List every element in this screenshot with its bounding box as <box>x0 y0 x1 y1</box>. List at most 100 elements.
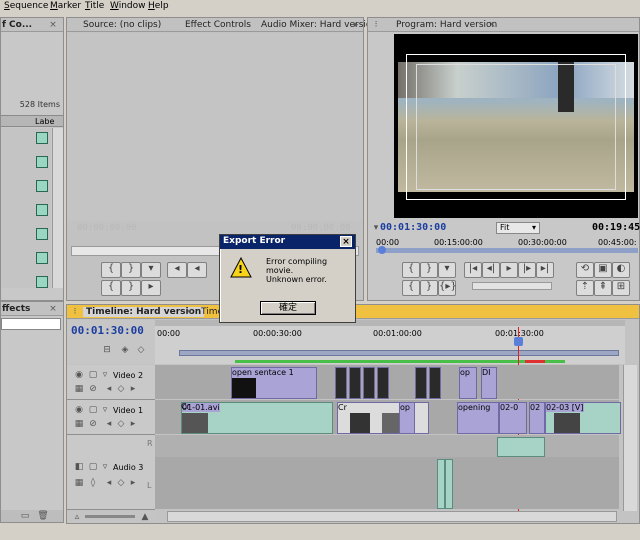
clip-video[interactable]: 02-0 <box>499 402 527 434</box>
jog-shuttle[interactable] <box>472 282 552 290</box>
clip-video[interactable] <box>377 367 389 399</box>
next-keyframe-icon[interactable]: ▸ <box>127 383 139 395</box>
clip-video[interactable]: open sentace 1 <box>231 367 317 399</box>
fit-dropdown[interactable]: Fit ▾ <box>496 222 540 234</box>
trim-button[interactable]: ⊞ <box>612 280 630 296</box>
mark-out-button[interactable]: } <box>121 262 141 278</box>
clip-video[interactable]: op <box>459 367 477 399</box>
goto-out-button[interactable]: ▸| <box>536 262 554 278</box>
marker-icon[interactable]: ◈ <box>119 344 131 356</box>
safe-margins-button[interactable]: ▣ <box>594 262 612 278</box>
tab-effects[interactable]: ffects <box>2 304 30 314</box>
clip-video[interactable] <box>363 367 375 399</box>
clip-video[interactable] <box>335 367 347 399</box>
close-icon[interactable]: × <box>340 236 352 247</box>
playhead-handle[interactable] <box>514 337 523 346</box>
close-icon[interactable]: × <box>486 19 498 31</box>
close-icon[interactable]: × <box>183 306 195 318</box>
goto-in-button[interactable]: |◂ <box>464 262 482 278</box>
play-button[interactable]: ▸ <box>500 262 518 278</box>
snap-icon[interactable]: ⊟ <box>101 344 113 356</box>
timeline-vertical-scrollbar[interactable] <box>623 365 637 511</box>
timeline-timecode[interactable]: 00:01:30:00 <box>71 324 144 337</box>
clip-video[interactable]: op <box>399 402 415 434</box>
clip-video[interactable] <box>415 367 427 399</box>
loop-button[interactable]: ⟲ <box>576 262 594 278</box>
extract-button[interactable]: ⇞ <box>594 280 612 296</box>
step-back-button[interactable]: ◂ <box>187 262 207 278</box>
eye-icon[interactable]: ◉ <box>73 404 85 416</box>
zoom-in-icon[interactable]: ▲ <box>139 511 151 523</box>
chevron-down-icon[interactable]: ▿ <box>99 404 111 416</box>
close-icon[interactable]: × <box>47 303 59 315</box>
delete-icon[interactable]: 🗑 <box>37 510 49 522</box>
tab-project[interactable]: f Co... <box>2 20 32 30</box>
panel-menu-icon[interactable]: ▸ <box>350 19 362 31</box>
clip-audio[interactable] <box>437 459 445 509</box>
clip-audio[interactable] <box>445 459 453 509</box>
tab-effect-controls[interactable]: Effect Controls <box>185 20 251 30</box>
lift-button[interactable]: ⇡ <box>576 280 594 296</box>
label-column-header[interactable]: Labe <box>35 117 54 126</box>
set-marker-button[interactable]: ▾ <box>438 262 456 278</box>
display-style-icon[interactable]: ▦ <box>73 418 85 430</box>
menu-help[interactable]: Help <box>148 1 169 11</box>
set-marker-button[interactable]: ▾ <box>141 262 161 278</box>
program-ruler[interactable]: 00:00 00:15:00:00 00:30:00:00 00:45:00: <box>372 238 640 254</box>
display-style-icon[interactable]: ▦ <box>73 383 85 395</box>
menu-marker[interactable]: Marker <box>50 1 81 11</box>
close-icon[interactable]: × <box>47 19 59 31</box>
mark-in-button[interactable]: { <box>101 262 121 278</box>
goto-in-button[interactable]: ◂ <box>167 262 187 278</box>
next-keyframe-icon[interactable]: ▸ <box>127 418 139 430</box>
keyframe-icon[interactable]: ◇ <box>135 344 147 356</box>
clip-video[interactable] <box>429 367 441 399</box>
program-timecode-current[interactable]: 00:01:30:00 <box>380 222 446 233</box>
project-scrollbar[interactable] <box>52 128 63 288</box>
ok-button[interactable]: 確定 <box>260 301 316 315</box>
prev-keyframe-icon[interactable]: ◂ <box>103 383 115 395</box>
mark-out-button[interactable]: } <box>420 262 438 278</box>
step-back-button[interactable]: ◂| <box>482 262 500 278</box>
timeline-scrollbar[interactable] <box>167 511 617 522</box>
clip-video[interactable]: 02-03 [V] <box>545 402 621 434</box>
prev-keyframe-icon[interactable]: ◂ <box>103 477 115 489</box>
mark-in-button[interactable]: { <box>402 262 420 278</box>
lock-icon[interactable]: ▢ <box>87 404 99 416</box>
effects-search-input[interactable] <box>1 318 61 330</box>
next-keyframe-icon[interactable]: ▸ <box>127 477 139 489</box>
program-playhead-handle[interactable] <box>378 246 386 254</box>
menu-title[interactable]: Title <box>85 1 104 11</box>
clip-video[interactable]: 01-01.avi <box>181 402 333 434</box>
waveform-icon[interactable]: ▦ <box>73 477 85 489</box>
eye-icon[interactable]: ◉ <box>73 369 85 381</box>
chevron-down-icon[interactable]: ▿ <box>99 461 111 473</box>
timeline-ruler[interactable]: 00:00 00:00:30:00 00:01:00:00 00:01:30:0… <box>155 320 625 364</box>
zoom-slider[interactable] <box>85 515 135 518</box>
menu-window[interactable]: Window <box>110 1 146 11</box>
chevron-down-icon[interactable]: ▿ <box>99 369 111 381</box>
goto-in-point-button[interactable]: { <box>101 280 121 296</box>
prev-keyframe-icon[interactable]: ◂ <box>103 418 115 430</box>
lock-icon[interactable]: ▢ <box>87 369 99 381</box>
play-in-out-button[interactable]: ▸ <box>141 280 161 296</box>
add-keyframe-icon[interactable]: ◇ <box>115 418 127 430</box>
clip-video[interactable]: 02 <box>529 402 545 434</box>
menu-sequence[interactable]: Sequence <box>4 1 48 11</box>
output-button[interactable]: ◐ <box>612 262 630 278</box>
add-keyframe-icon[interactable]: ◇ <box>115 477 127 489</box>
grip-icon[interactable]: ⁝ <box>69 306 81 318</box>
program-work-area[interactable] <box>376 248 638 253</box>
clip-video[interactable]: opening <box>457 402 499 434</box>
grip-icon[interactable]: ⁝ <box>370 19 382 31</box>
add-keyframe-icon[interactable]: ◇ <box>115 383 127 395</box>
work-area-bar[interactable] <box>179 350 619 356</box>
speaker-icon[interactable]: ◧ <box>73 461 85 473</box>
goto-in-point-button[interactable]: { <box>402 280 420 296</box>
clip-video[interactable] <box>349 367 361 399</box>
zoom-out-icon[interactable]: ▵ <box>71 511 83 523</box>
no-keyframe-icon[interactable]: ⊘ <box>87 418 99 430</box>
tab-source[interactable]: Source: (no clips) <box>83 20 161 30</box>
step-forward-button[interactable]: |▸ <box>518 262 536 278</box>
clip-video[interactable]: DI <box>481 367 497 399</box>
